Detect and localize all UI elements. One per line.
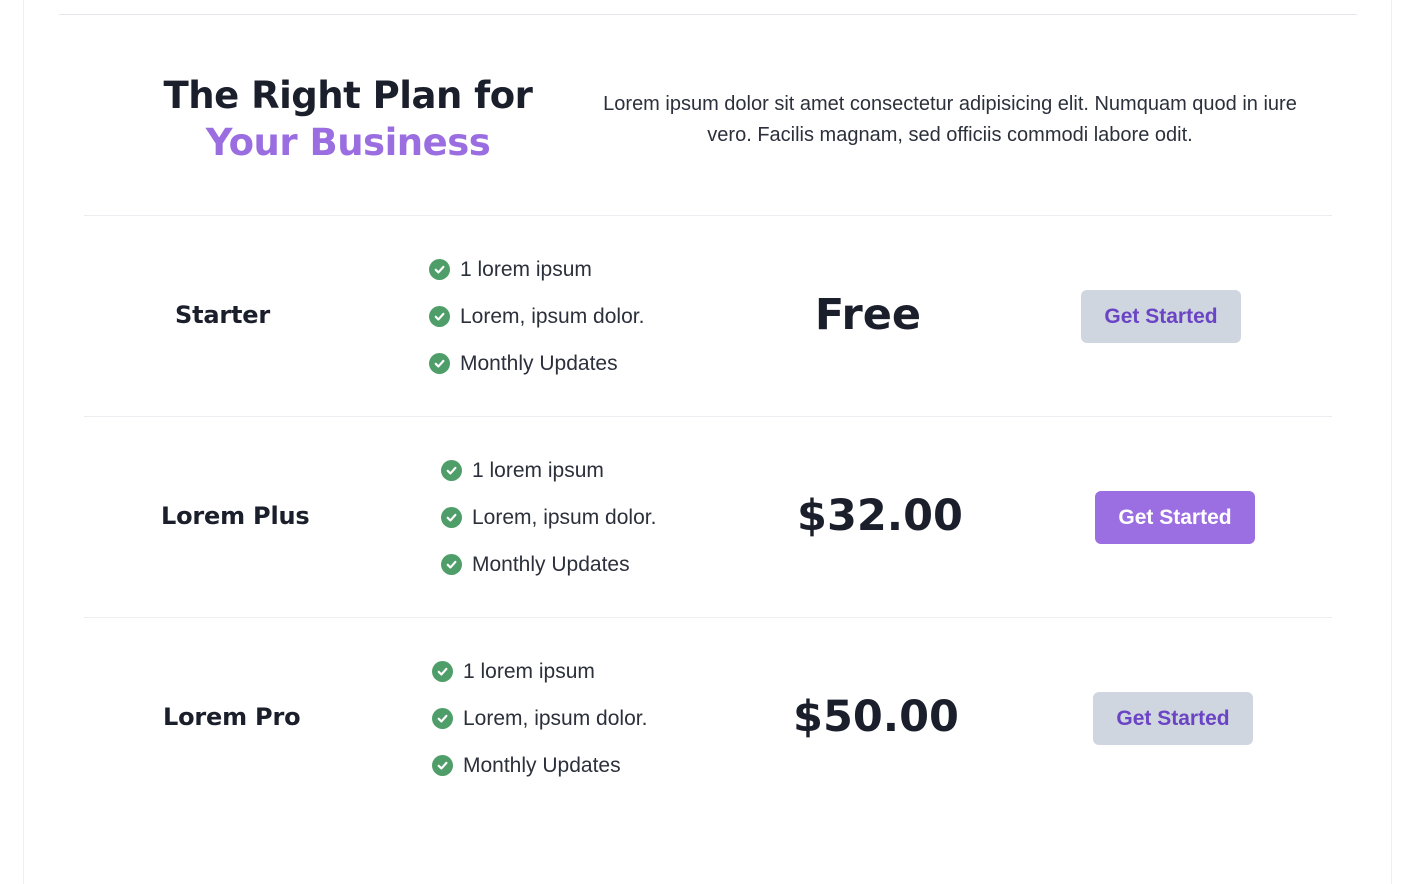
feature-list: 1 lorem ipsum Lorem, ipsum dolor. Monthl…: [441, 447, 656, 588]
check-circle-icon: [441, 507, 462, 528]
feature-item: Lorem, ipsum dolor.: [432, 695, 647, 742]
top-divider: [59, 14, 1357, 15]
feature-label: 1 lorem ipsum: [472, 458, 604, 482]
feature-item: Monthly Updates: [429, 340, 644, 387]
feature-label: Lorem, ipsum dolor.: [460, 304, 645, 328]
feature-list: 1 lorem ipsum Lorem, ipsum dolor. Monthl…: [429, 246, 644, 387]
plan-price: $32.00: [797, 491, 963, 541]
row-divider: [84, 617, 1332, 618]
plan-name: Starter: [175, 301, 270, 329]
feature-item: Lorem, ipsum dolor.: [441, 494, 656, 541]
page-description: Lorem ipsum dolor sit amet consectetur a…: [603, 93, 1297, 146]
feature-label: 1 lorem ipsum: [463, 659, 595, 683]
check-circle-icon: [432, 708, 453, 729]
feature-item: Lorem, ipsum dolor.: [429, 293, 644, 340]
feature-label: 1 lorem ipsum: [460, 257, 592, 281]
plan-price: Free: [814, 290, 922, 340]
check-circle-icon: [429, 353, 450, 374]
page-title-highlight: Your Business: [205, 121, 491, 164]
feature-item: 1 lorem ipsum: [441, 447, 656, 494]
feature-label: Monthly Updates: [460, 351, 618, 375]
get-started-button[interactable]: Get Started: [1095, 491, 1255, 544]
feature-label: Monthly Updates: [472, 552, 630, 576]
check-circle-icon: [429, 259, 450, 280]
feature-list: 1 lorem ipsum Lorem, ipsum dolor. Monthl…: [432, 648, 647, 789]
check-circle-icon: [441, 460, 462, 481]
feature-item: Monthly Updates: [441, 541, 656, 588]
page-title: The Right Plan for Your Business: [120, 72, 576, 166]
check-circle-icon: [432, 661, 453, 682]
get-started-button[interactable]: Get Started: [1093, 692, 1253, 745]
feature-label: Lorem, ipsum dolor.: [472, 505, 657, 529]
plan-name: Lorem Plus: [161, 502, 310, 530]
feature-label: Lorem, ipsum dolor.: [463, 706, 648, 730]
feature-item: 1 lorem ipsum: [429, 246, 644, 293]
check-circle-icon: [441, 554, 462, 575]
plan-name: Lorem Pro: [163, 703, 301, 731]
check-circle-icon: [429, 306, 450, 327]
feature-item: Monthly Updates: [432, 742, 647, 789]
feature-label: Monthly Updates: [463, 753, 621, 777]
feature-item: 1 lorem ipsum: [432, 648, 647, 695]
page-title-line1: The Right Plan for: [163, 74, 533, 117]
plan-price: $50.00: [793, 692, 959, 742]
row-divider: [84, 215, 1332, 216]
get-started-button[interactable]: Get Started: [1081, 290, 1241, 343]
row-divider: [84, 416, 1332, 417]
check-circle-icon: [432, 755, 453, 776]
